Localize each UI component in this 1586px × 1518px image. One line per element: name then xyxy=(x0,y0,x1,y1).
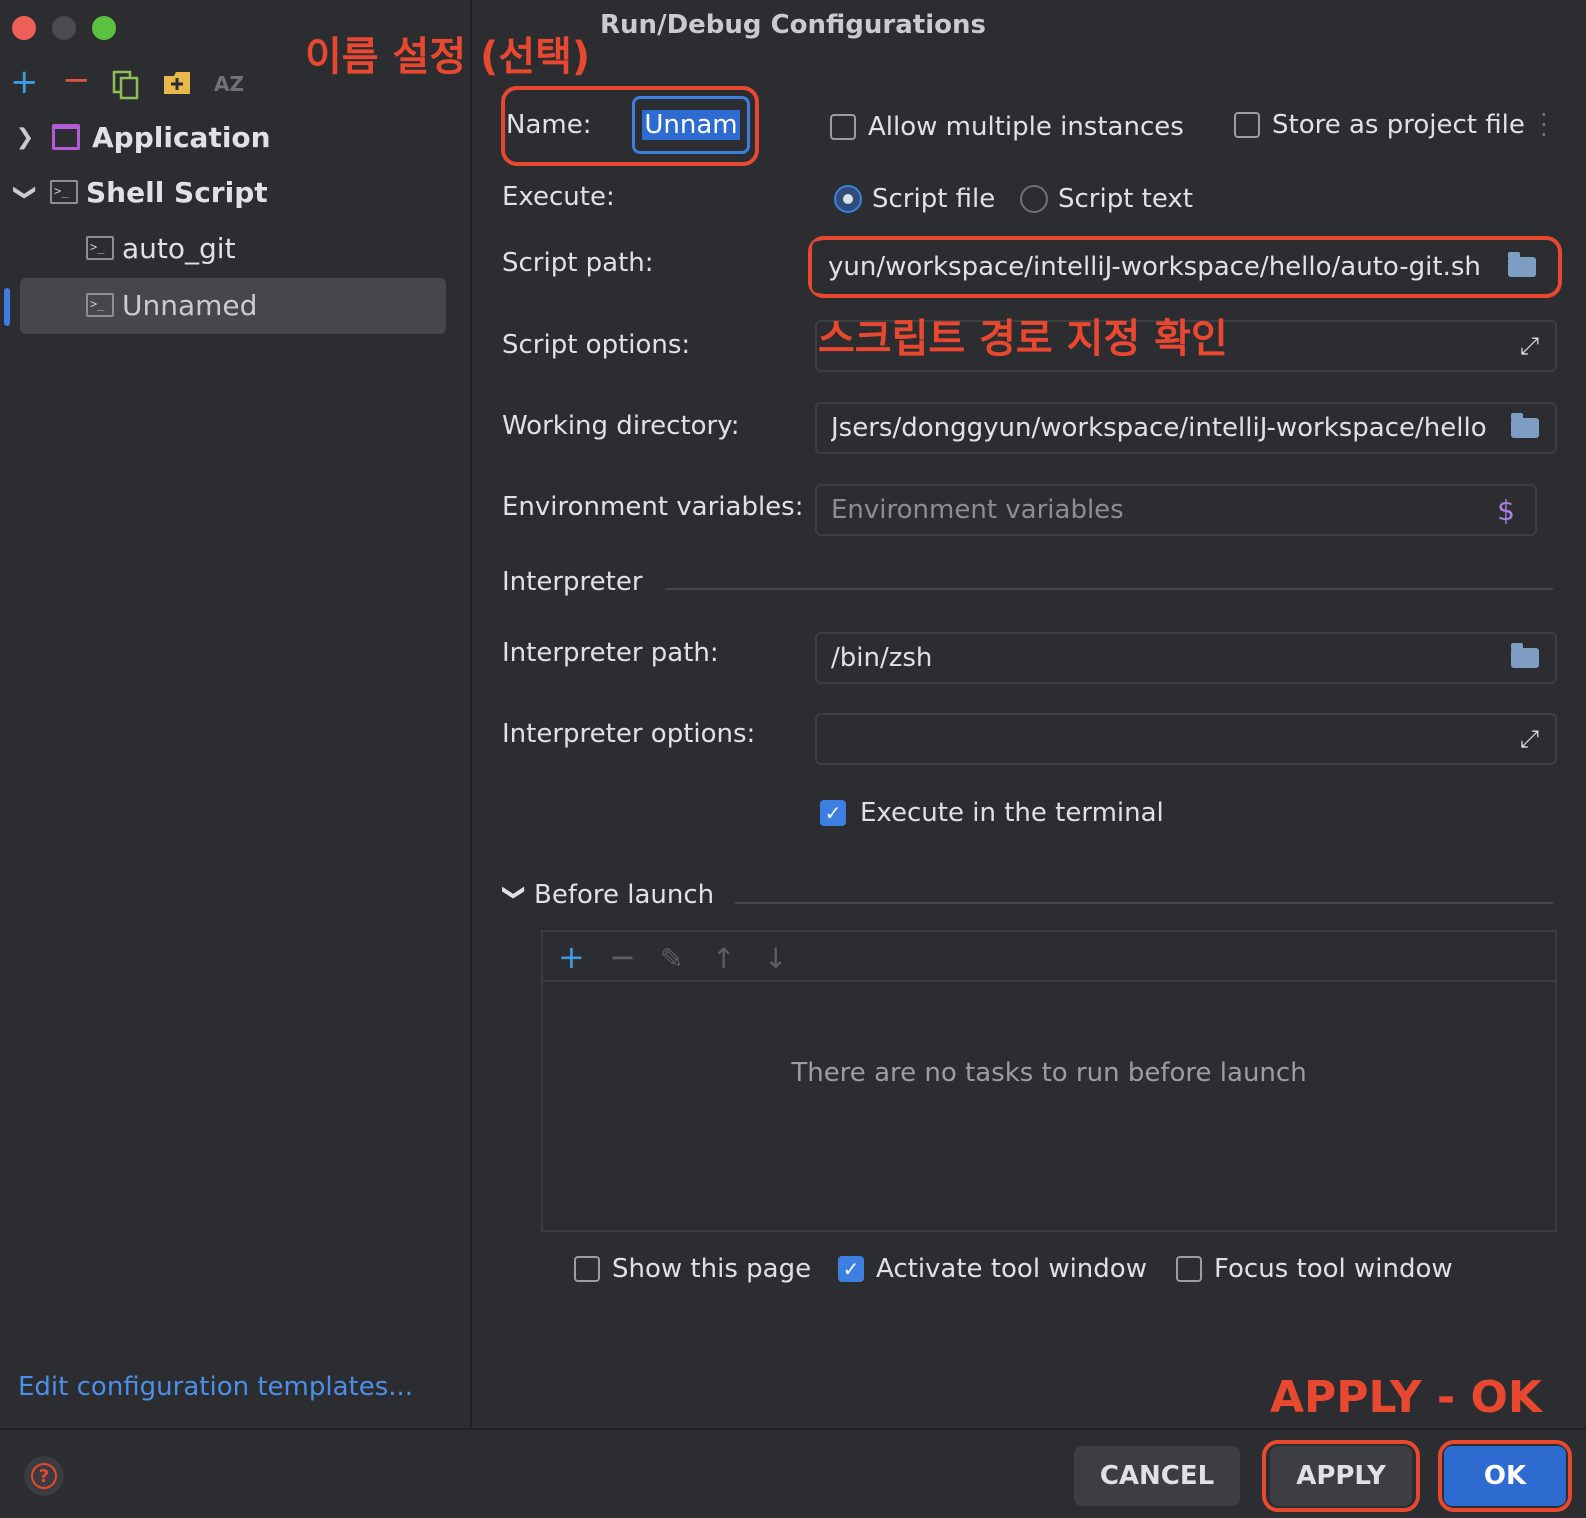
expand-icon[interactable]: ⤢ xyxy=(1520,332,1539,360)
move-up-icon[interactable]: ↑ xyxy=(712,942,735,975)
folder-add-icon[interactable] xyxy=(162,70,192,100)
script-options-label: Script options: xyxy=(502,330,691,360)
activate-tool-window-checkbox[interactable]: ✓ Activate tool window xyxy=(838,1254,1147,1284)
working-directory-value: Jsers/donggyun/workspace/intelliJ-worksp… xyxy=(831,413,1487,443)
script-path-input[interactable]: yun/workspace/intelliJ-workspace/hello/a… xyxy=(812,241,1554,293)
folder-icon[interactable] xyxy=(1511,413,1539,438)
window-title: Run/Debug Configurations xyxy=(600,10,986,40)
tree-item-auto-git[interactable]: >_ auto_git xyxy=(0,221,470,275)
checkbox-checked[interactable]: ✓ xyxy=(820,800,846,826)
folder-icon[interactable] xyxy=(1508,252,1536,277)
chevron-right-icon: ❯ xyxy=(15,124,35,150)
script-path-label: Script path: xyxy=(502,248,654,278)
chevron-down-icon: ❯ xyxy=(12,182,38,202)
checkbox-box[interactable] xyxy=(1176,1256,1202,1282)
no-tasks-message: There are no tasks to run before launch xyxy=(791,1058,1307,1088)
interpreter-path-input[interactable]: /bin/zsh xyxy=(815,632,1557,684)
name-input[interactable]: Unnam xyxy=(632,96,750,154)
sort-az-icon[interactable]: AZ xyxy=(214,72,244,96)
name-label: Name: xyxy=(506,110,592,140)
section-separator xyxy=(735,902,1553,904)
script-file-radio[interactable]: Script file xyxy=(834,184,995,214)
interpreter-path-value: /bin/zsh xyxy=(831,643,933,673)
interpreter-options-label: Interpreter options: xyxy=(502,719,756,749)
path-annotation: 스크립트 경로 지정 확인 xyxy=(818,316,1228,362)
expand-icon[interactable]: ⤢ xyxy=(1520,725,1539,753)
more-options-icon[interactable]: · · · xyxy=(1540,103,1548,147)
script-text-radio[interactable]: Script text xyxy=(1020,184,1193,214)
toolbar-separator xyxy=(543,980,1555,982)
environment-variables-input[interactable]: Environment variables $ xyxy=(815,484,1537,536)
focus-tool-window-checkbox[interactable]: Focus tool window xyxy=(1176,1254,1453,1284)
chevron-down-icon[interactable]: ❯ xyxy=(502,883,527,901)
apply-button[interactable]: APPLY xyxy=(1270,1446,1412,1506)
allow-multiple-checkbox[interactable]: Allow multiple instances xyxy=(830,112,1184,142)
working-directory-input[interactable]: Jsers/donggyun/workspace/intelliJ-worksp… xyxy=(815,402,1557,454)
script-path-value: yun/workspace/intelliJ-workspace/hello/a… xyxy=(828,252,1481,282)
interpreter-path-label: Interpreter path: xyxy=(502,638,719,668)
environment-variables-label: Environment variables: xyxy=(502,492,804,522)
allow-multiple-label: Allow multiple instances xyxy=(868,112,1184,142)
plus-icon[interactable]: + xyxy=(10,62,39,102)
interpreter-section-title: Interpreter xyxy=(502,567,643,597)
edit-templates-link[interactable]: Edit configuration templates... xyxy=(18,1372,413,1402)
radio-unselected[interactable] xyxy=(1020,185,1048,213)
terminal-icon: >_ xyxy=(86,236,114,260)
move-down-icon[interactable]: ↓ xyxy=(764,942,787,975)
focus-tool-window-label: Focus tool window xyxy=(1214,1254,1453,1284)
cancel-button[interactable]: CANCEL xyxy=(1074,1446,1240,1506)
apply-ok-annotation: APPLY - OK xyxy=(1270,1372,1542,1423)
store-project-label: Store as project file xyxy=(1272,110,1525,140)
minus-icon[interactable]: − xyxy=(62,60,91,100)
folder-icon[interactable] xyxy=(1511,643,1539,668)
script-file-label: Script file xyxy=(872,184,996,214)
copy-icon[interactable] xyxy=(112,70,140,104)
checkbox-box[interactable] xyxy=(1234,112,1260,138)
tree-item-label: Shell Script xyxy=(86,175,268,209)
checkbox-box[interactable] xyxy=(830,114,856,140)
section-separator xyxy=(665,588,1553,590)
working-directory-label: Working directory: xyxy=(502,411,740,441)
application-icon xyxy=(52,124,80,150)
help-button[interactable]: ? xyxy=(24,1456,64,1496)
name-annotation: 이름 설정 (선택) xyxy=(305,34,591,80)
before-launch-title: Before launch xyxy=(534,880,715,910)
tree-item-label: Unnamed xyxy=(122,288,258,322)
help-icon: ? xyxy=(31,1463,57,1489)
add-task-icon[interactable]: + xyxy=(558,938,585,976)
edit-task-icon[interactable]: ✎ xyxy=(660,942,683,975)
ok-button[interactable]: OK xyxy=(1444,1446,1566,1506)
tree-item-shell-script[interactable]: ❯ >_ Shell Script xyxy=(0,165,470,219)
store-project-checkbox[interactable]: Store as project file xyxy=(1234,110,1525,140)
checkbox-checked[interactable]: ✓ xyxy=(838,1256,864,1282)
execute-label: Execute: xyxy=(502,182,615,212)
dollar-icon[interactable]: $ xyxy=(1497,494,1515,527)
execute-in-terminal-label: Execute in the terminal xyxy=(860,798,1164,828)
execute-in-terminal-checkbox[interactable]: ✓ Execute in the terminal xyxy=(820,798,1164,828)
activate-tool-window-label: Activate tool window xyxy=(876,1254,1147,1284)
terminal-icon: >_ xyxy=(86,293,114,317)
tree-item-unnamed[interactable]: >_ Unnamed xyxy=(0,278,470,332)
show-this-page-label: Show this page xyxy=(612,1254,812,1284)
environment-variables-placeholder: Environment variables xyxy=(831,495,1124,525)
checkbox-box[interactable] xyxy=(574,1256,600,1282)
interpreter-options-input[interactable]: ⤢ xyxy=(815,713,1557,765)
name-input-value: Unnam xyxy=(642,110,740,140)
terminal-icon: >_ xyxy=(50,180,78,204)
tree-item-label: Application xyxy=(92,120,271,154)
radio-selected[interactable] xyxy=(834,185,862,213)
remove-task-icon[interactable]: − xyxy=(609,938,636,976)
show-this-page-checkbox[interactable]: Show this page xyxy=(574,1254,811,1284)
tree-item-label: auto_git xyxy=(122,231,236,265)
tree-item-application[interactable]: ❯ Application xyxy=(0,110,470,164)
script-text-label: Script text xyxy=(1058,184,1193,214)
